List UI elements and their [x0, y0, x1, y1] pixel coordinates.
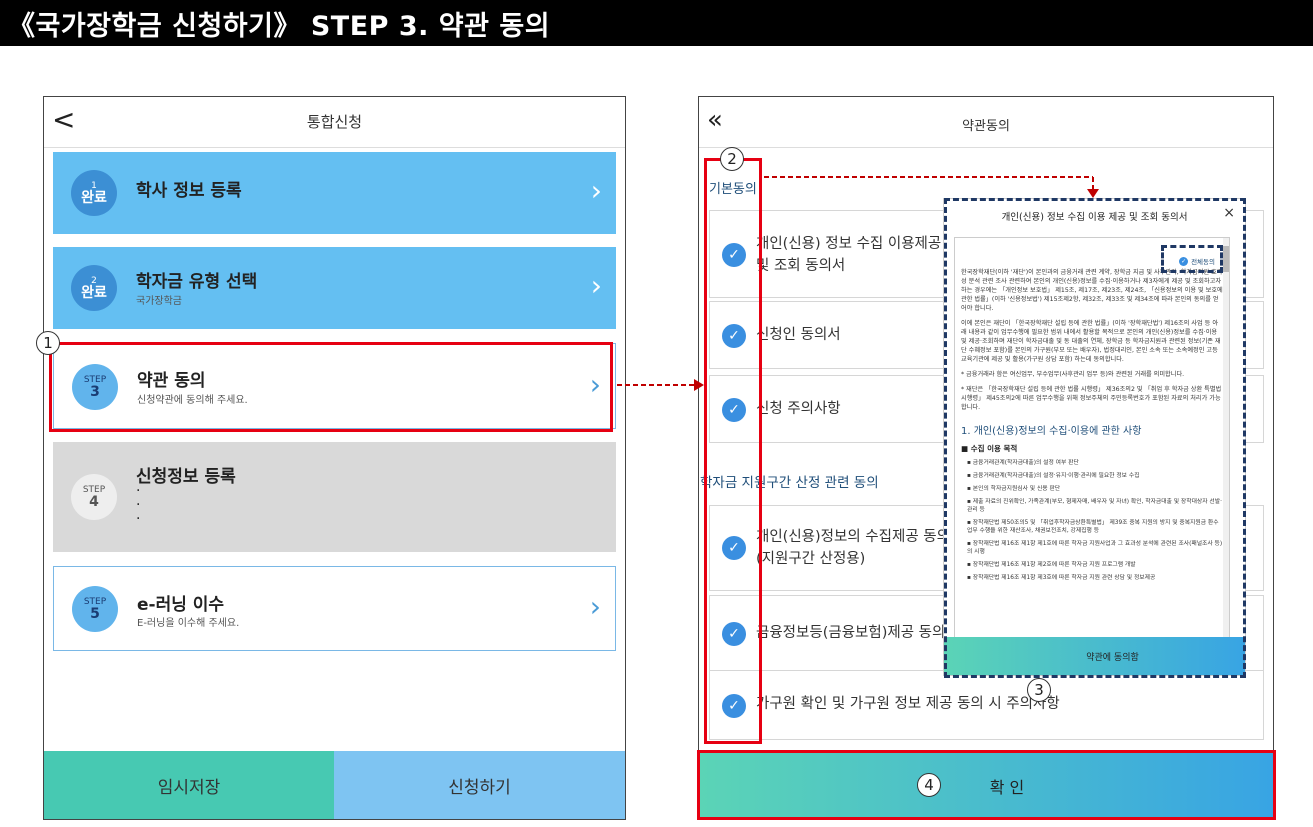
arrow-head [1087, 189, 1099, 198]
arrow-head [694, 379, 704, 391]
connector-arrows [617, 176, 1099, 391]
